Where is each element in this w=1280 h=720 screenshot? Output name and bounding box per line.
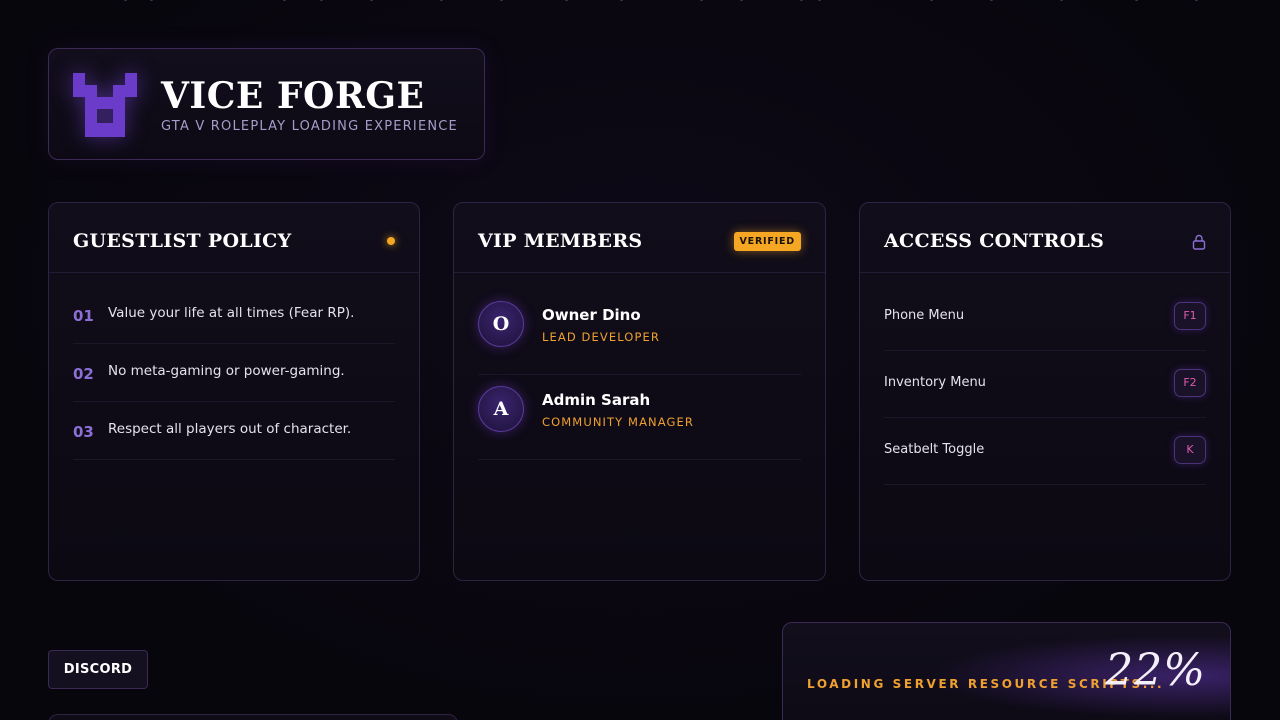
pixel-v-logo-icon <box>73 73 137 137</box>
access-controls-card: ACCESS CONTROLS Phone Menu F1 Inventory … <box>859 202 1231 581</box>
keycap: F1 <box>1174 302 1206 330</box>
card-title: ACCESS CONTROLS <box>884 230 1105 252</box>
keycap: K <box>1174 436 1206 464</box>
rule-item: 02 No meta-gaming or power-gaming. <box>73 343 395 402</box>
discord-button[interactable]: DISCORD <box>48 650 148 689</box>
card-title: VIP MEMBERS <box>478 230 643 252</box>
rule-item: 01 Value your life at all times (Fear RP… <box>73 285 395 344</box>
keycap: F2 <box>1174 369 1206 397</box>
vip-members-card: VIP MEMBERS VERIFIED O Owner Dino LEAD D… <box>453 202 826 581</box>
member-role: LEAD DEVELOPER <box>542 330 660 344</box>
control-item: Phone Menu F1 <box>884 283 1206 351</box>
rule-text: Respect all players out of character. <box>108 421 352 437</box>
control-label: Seatbelt Toggle <box>884 442 985 457</box>
control-label: Phone Menu <box>884 308 965 323</box>
member-item: O Owner Dino LEAD DEVELOPER <box>478 289 801 375</box>
card-title: GUESTLIST POLICY <box>73 230 292 252</box>
rule-item: 03 Respect all players out of character. <box>73 401 395 460</box>
rule-text: No meta-gaming or power-gaming. <box>108 363 345 379</box>
loading-screen: VICE FORGE GTA V ROLEPLAY LOADING EXPERI… <box>0 0 1280 720</box>
brand-title: VICE FORGE <box>161 75 425 117</box>
rule-number: 01 <box>73 307 94 325</box>
avatar: O <box>478 301 524 347</box>
loading-percent: 22% <box>1105 645 1206 696</box>
loading-panel: LOADING SERVER RESOURCE SCRIPTS... 22% <box>782 622 1231 720</box>
brand-panel: VICE FORGE GTA V ROLEPLAY LOADING EXPERI… <box>48 48 485 160</box>
control-item: Inventory Menu F2 <box>884 350 1206 418</box>
avatar: A <box>478 386 524 432</box>
card-header: GUESTLIST POLICY <box>49 203 419 273</box>
rule-number: 03 <box>73 423 94 441</box>
card-header: VIP MEMBERS VERIFIED <box>454 203 825 273</box>
verified-badge: VERIFIED <box>733 232 801 251</box>
rule-text: Value your life at all times (Fear RP). <box>108 305 355 321</box>
control-item: Seatbelt Toggle K <box>884 417 1206 485</box>
decorative-dots <box>120 0 1220 4</box>
control-label: Inventory Menu <box>884 375 986 390</box>
member-name: Owner Dino <box>542 306 641 324</box>
bottom-panel <box>48 714 458 720</box>
lock-icon <box>1192 234 1206 250</box>
guestlist-card: GUESTLIST POLICY 01 Value your life at a… <box>48 202 420 581</box>
member-role: COMMUNITY MANAGER <box>542 415 694 429</box>
rule-number: 02 <box>73 365 94 383</box>
status-dot-icon <box>387 237 395 245</box>
brand-subtitle: GTA V ROLEPLAY LOADING EXPERIENCE <box>161 119 458 134</box>
member-item: A Admin Sarah COMMUNITY MANAGER <box>478 374 801 460</box>
card-header: ACCESS CONTROLS <box>860 203 1230 273</box>
member-name: Admin Sarah <box>542 391 651 409</box>
